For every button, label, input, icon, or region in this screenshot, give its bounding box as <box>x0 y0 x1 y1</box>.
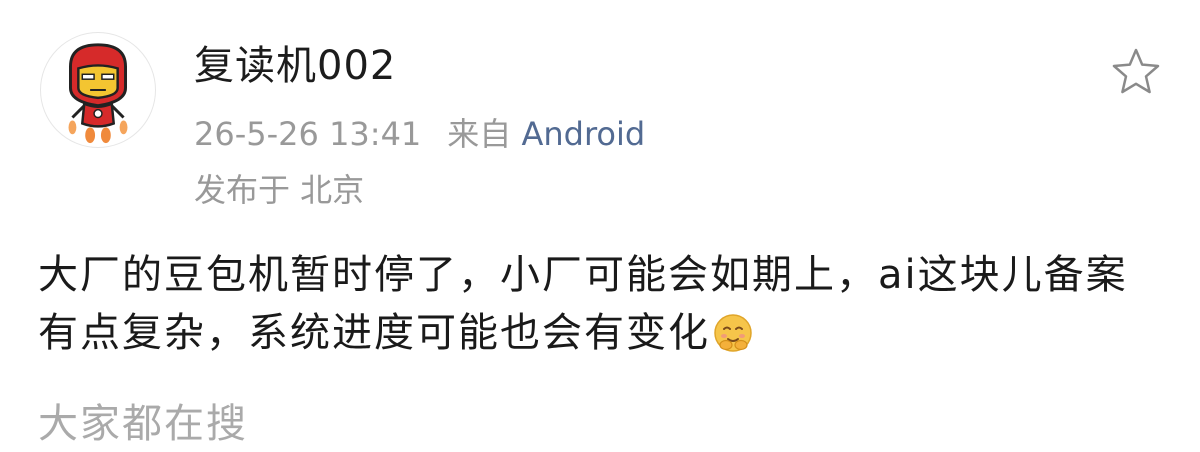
post-meta: 26-5-26 13:41 来自 Android <box>194 112 645 156</box>
hug-face-emoji-icon <box>712 312 754 354</box>
star-outline-icon[interactable] <box>1108 44 1164 100</box>
post-text: 大厂的豆包机暂时停了，小厂可能会如期上，ai这块儿备案有点复杂，系统进度可能也会… <box>38 252 1128 356</box>
iron-man-avatar-icon <box>68 43 128 144</box>
source-prefix: 来自 <box>447 115 512 153</box>
device-link[interactable]: Android <box>521 115 645 153</box>
post-location: 发布于 北京 <box>194 171 365 209</box>
avatar[interactable] <box>40 32 156 148</box>
post-timestamp: 26-5-26 13:41 <box>194 115 422 153</box>
username[interactable]: 复读机002 <box>194 38 396 94</box>
trending-search-title: 大家都在搜 <box>38 401 248 447</box>
post-content: 大厂的豆包机暂时停了，小厂可能会如期上，ai这块儿备案有点复杂，系统进度可能也会… <box>38 246 1168 362</box>
post-card: 复读机002 26-5-26 13:41 来自 Android 发布于 北京 大厂… <box>0 0 1200 447</box>
